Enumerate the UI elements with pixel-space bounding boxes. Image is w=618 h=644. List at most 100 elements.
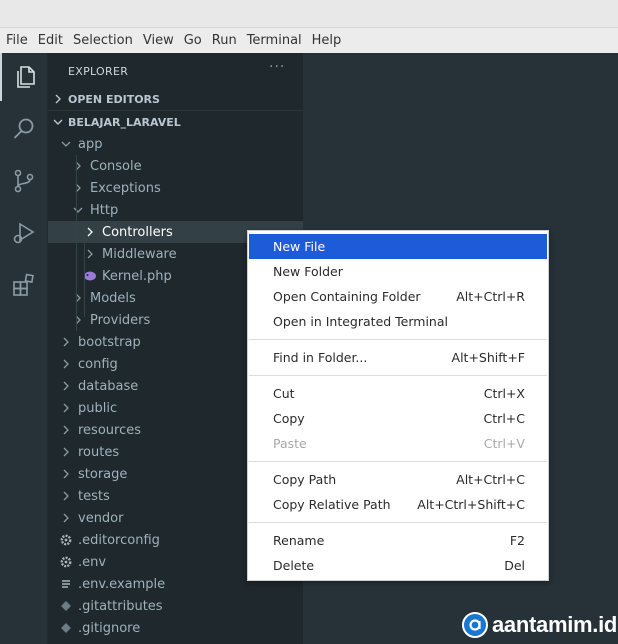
chevron-right-icon (58, 356, 74, 372)
menu-item-shortcut: Ctrl+C (483, 411, 525, 426)
menu-bar: File Edit Selection View Go Run Terminal… (0, 28, 618, 53)
gear-icon (58, 554, 74, 570)
file-item[interactable]: .gitignore (48, 617, 303, 639)
tree-item-label: Http (90, 202, 119, 218)
chevron-right-icon (58, 422, 74, 438)
chevron-right-icon (58, 378, 74, 394)
menu-separator (249, 522, 547, 523)
menu-item-shortcut: Ctrl+V (483, 436, 525, 451)
menu-item-shortcut: Ctrl+X (483, 386, 525, 401)
menu-item-open-containing-folder[interactable]: Open Containing Folder Alt+Ctrl+R (249, 284, 547, 309)
menu-item-shortcut: Alt+Ctrl+Shift+C (417, 497, 525, 512)
tree-item-label: config (78, 356, 118, 372)
menu-item-new-file[interactable]: New File (249, 234, 547, 259)
menu-item-delete[interactable]: Delete Del (249, 553, 547, 578)
tree-item-label: vendor (78, 510, 124, 526)
menu-item-copy[interactable]: Copy Ctrl+C (249, 406, 547, 431)
menu-item-label: Find in Folder... (273, 350, 368, 365)
chevron-right-icon (48, 94, 68, 104)
file-item[interactable]: .gitattributes (48, 595, 303, 617)
search-icon[interactable] (0, 105, 48, 153)
tree-item-label: Controllers (102, 224, 173, 240)
folder-item[interactable]: Exceptions (48, 177, 303, 199)
chevron-down-icon (48, 117, 68, 127)
tree-item-label: tests (78, 488, 110, 504)
project-section[interactable]: BELAJAR_LARAVEL (48, 111, 303, 133)
chevron-right-icon (70, 180, 86, 196)
menu-item-label: Delete (273, 558, 315, 573)
menu-item-new-folder[interactable]: New Folder (249, 259, 547, 284)
chevron-right-icon (58, 510, 74, 526)
more-actions-button[interactable]: ··· (269, 59, 285, 75)
menu-item-open-in-integrated-terminal[interactable]: Open in Integrated Terminal (249, 309, 547, 334)
menu-item-cut[interactable]: Cut Ctrl+X (249, 381, 547, 406)
folder-item[interactable]: app (48, 133, 303, 155)
tree-item-label: .env.example (78, 576, 166, 592)
menu-item-rename[interactable]: Rename F2 (249, 528, 547, 553)
tree-item-label: .gitattributes (78, 598, 163, 614)
explorer-title: EXPLORER (68, 65, 129, 78)
menu-item-copy-relative-path[interactable]: Copy Relative Path Alt+Ctrl+Shift+C (249, 492, 547, 517)
activity-bar (0, 53, 48, 644)
tree-item-label: resources (78, 422, 142, 438)
menu-item-label: Copy Path (273, 472, 337, 487)
menu-selection[interactable]: Selection (73, 33, 133, 48)
menu-item-label: Open in Integrated Terminal (273, 314, 448, 329)
tree-item-label: app (78, 136, 103, 152)
explorer-icon[interactable] (0, 53, 48, 101)
watermark-logo-icon (462, 612, 488, 638)
chevron-right-icon (58, 466, 74, 482)
git-icon (58, 598, 74, 614)
folder-item[interactable]: Http (48, 199, 303, 221)
menu-help[interactable]: Help (312, 33, 342, 48)
open-editors-label: OPEN EDITORS (68, 92, 160, 106)
window-title-bar (0, 0, 618, 28)
run-debug-icon[interactable] (0, 209, 48, 257)
menu-separator (249, 339, 547, 340)
chevron-right-icon (58, 334, 74, 350)
menu-item-copy-path[interactable]: Copy Path Alt+Ctrl+C (249, 467, 547, 492)
menu-terminal[interactable]: Terminal (247, 33, 302, 48)
menu-file[interactable]: File (6, 33, 28, 48)
menu-item-label: Copy Relative Path (273, 497, 391, 512)
menu-separator (249, 461, 547, 462)
source-control-icon[interactable] (0, 157, 48, 205)
extensions-icon[interactable] (0, 261, 48, 309)
tree-item-label: Models (90, 290, 136, 306)
menu-item-paste: Paste Ctrl+V (249, 431, 547, 456)
chevron-right-icon (58, 400, 74, 416)
tree-item-label: Console (90, 158, 142, 174)
menu-item-label: New File (273, 239, 326, 254)
menu-item-shortcut: F2 (509, 533, 525, 548)
menu-view[interactable]: View (143, 33, 174, 48)
open-editors-section[interactable]: OPEN EDITORS (48, 88, 303, 110)
menu-go[interactable]: Go (184, 33, 202, 48)
tree-item-label: .env (78, 554, 107, 570)
folder-item[interactable]: Console (48, 155, 303, 177)
watermark: aantamim.id (462, 611, 617, 639)
tree-item-label: storage (78, 466, 128, 482)
menu-run[interactable]: Run (212, 33, 237, 48)
menu-item-shortcut: Alt+Ctrl+C (456, 472, 525, 487)
chevron-right-icon (58, 488, 74, 504)
tree-item-label: database (78, 378, 139, 394)
menu-item-label: Cut (273, 386, 295, 401)
menu-item-label: New Folder (273, 264, 343, 279)
text-file-icon (58, 576, 74, 592)
chevron-right-icon (58, 444, 74, 460)
indent-guide (84, 233, 85, 317)
menu-item-shortcut: Alt+Ctrl+R (456, 289, 525, 304)
chevron-right-icon (70, 158, 86, 174)
menu-item-label: Copy (273, 411, 305, 426)
tree-item-label: routes (78, 444, 120, 460)
tree-item-label: public (78, 400, 118, 416)
tree-item-label: Kernel.php (102, 268, 172, 284)
menu-edit[interactable]: Edit (38, 33, 63, 48)
menu-item-shortcut: Del (504, 558, 525, 573)
tree-item-label: .gitignore (78, 620, 141, 636)
tree-item-label: Exceptions (90, 180, 161, 196)
project-name: BELAJAR_LARAVEL (68, 115, 181, 129)
menu-item-find-in-folder[interactable]: Find in Folder... Alt+Shift+F (249, 345, 547, 370)
tree-item-label: Providers (90, 312, 151, 328)
tree-item-label: bootstrap (78, 334, 141, 350)
